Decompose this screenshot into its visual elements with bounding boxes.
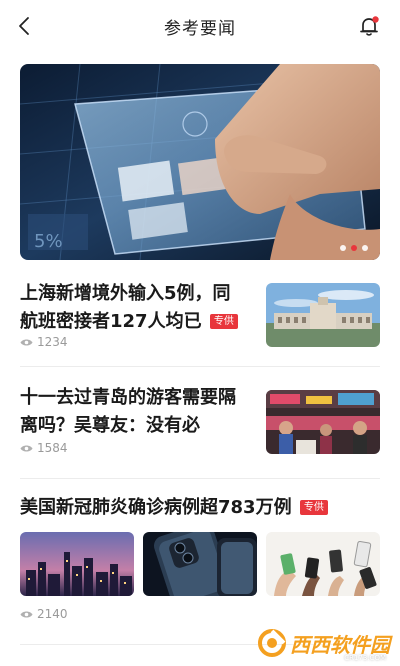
news-title-line: 美国新冠肺炎确诊病例超783万例 xyxy=(20,497,292,518)
divider xyxy=(20,478,380,479)
city-skyline-photo xyxy=(20,532,134,596)
notification-badge xyxy=(372,16,379,23)
news-title: 上海新增境外输入5例，同 航班密接者127人均已 专供 xyxy=(20,280,256,336)
market-photo xyxy=(266,390,380,454)
view-count: 1584 xyxy=(20,441,68,455)
view-count: 2140 xyxy=(20,607,68,621)
carousel-indicator[interactable] xyxy=(340,245,368,251)
page-title: 参考要闻 xyxy=(164,19,236,39)
top-bar: 参考要闻 xyxy=(0,0,400,52)
news-title-line: 十一去过青岛的游客需要隔 xyxy=(20,387,236,408)
news-thumbnail xyxy=(266,532,380,596)
view-count-value: 1234 xyxy=(37,335,68,349)
news-thumbnail xyxy=(266,390,380,454)
carousel-dot[interactable] xyxy=(340,245,346,251)
view-count-value: 2140 xyxy=(37,607,68,621)
svg-text:5%: 5% xyxy=(34,231,63,252)
building-photo xyxy=(266,283,380,347)
news-item[interactable]: 美国新冠肺炎确诊病例超783万例 专供 2140 xyxy=(20,494,380,634)
exclusive-tag: 专供 xyxy=(299,500,328,515)
hands-with-phones-photo xyxy=(266,532,380,596)
news-thumbnail xyxy=(266,283,380,347)
view-count: 1234 xyxy=(20,335,68,349)
news-title-line: 航班密接者127人均已 xyxy=(20,311,202,332)
news-thumbnail xyxy=(143,532,257,596)
news-item[interactable]: 十一去过青岛的游客需要隔 离吗？吴尊友：没有必 1584 xyxy=(20,384,380,458)
news-title-line: 离吗？吴尊友：没有必 xyxy=(20,415,200,436)
hero-image: 5% xyxy=(20,64,380,260)
carousel-dot[interactable] xyxy=(362,245,368,251)
smartphone-photo xyxy=(143,532,257,596)
news-title: 十一去过青岛的游客需要隔 离吗？吴尊友：没有必 xyxy=(20,384,256,440)
hero-banner[interactable]: 5% xyxy=(20,64,380,260)
news-title: 美国新冠肺炎确诊病例超783万例 专供 xyxy=(20,494,380,522)
notification-button[interactable] xyxy=(356,13,382,39)
eye-icon xyxy=(20,611,33,617)
divider xyxy=(20,366,380,367)
news-title-line: 上海新增境外输入5例，同 xyxy=(20,283,231,304)
watermark-logo-icon xyxy=(258,629,286,657)
news-item[interactable]: 上海新增境外输入5例，同 航班密接者127人均已 专供 1234 xyxy=(20,280,380,354)
eye-icon xyxy=(20,445,33,451)
news-thumbnail xyxy=(20,532,134,596)
site-watermark: 西西软件园 CR173.COM xyxy=(257,628,390,662)
bell-icon xyxy=(360,16,379,36)
watermark-subtext: CR173.COM xyxy=(344,654,386,662)
carousel-dot-active[interactable] xyxy=(351,245,357,251)
view-count-value: 1584 xyxy=(37,441,68,455)
eye-icon xyxy=(20,339,33,345)
exclusive-tag: 专供 xyxy=(209,314,238,329)
